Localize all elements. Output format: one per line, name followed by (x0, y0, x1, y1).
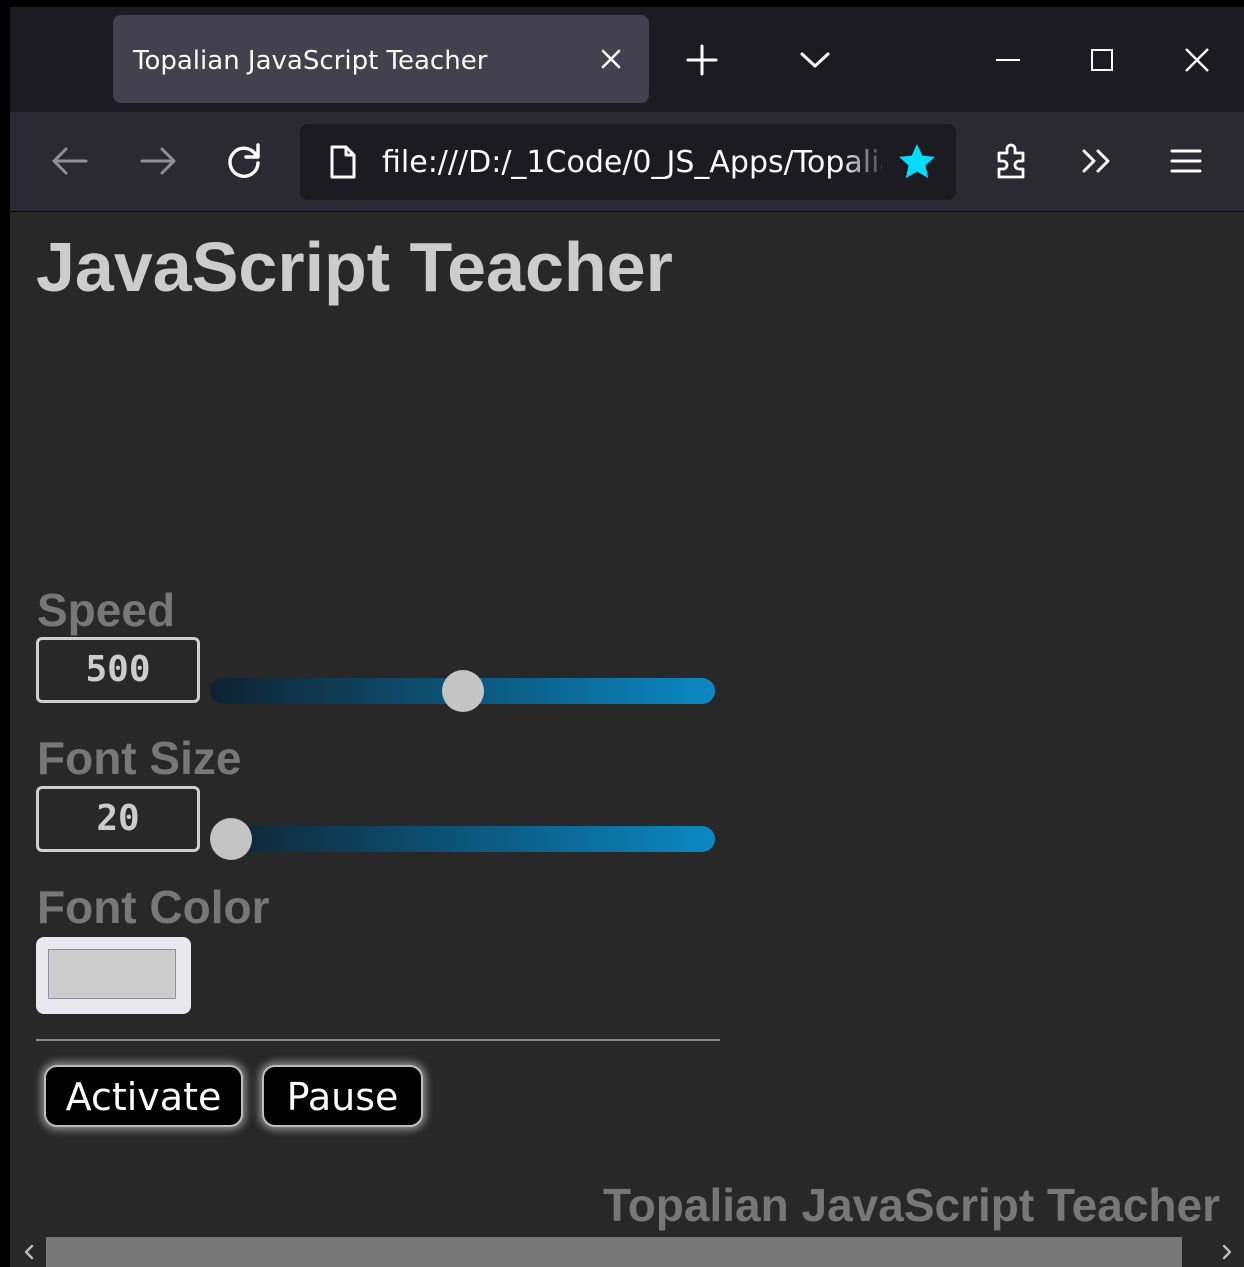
extensions-puzzle-icon[interactable] (985, 133, 1041, 189)
scroll-right-arrow-icon[interactable] (1212, 1237, 1242, 1267)
back-arrow-icon[interactable] (42, 133, 98, 189)
speed-label: Speed (37, 584, 176, 636)
url-text: file:///D:/_1Code/0_JS_Apps/Topalian (382, 145, 882, 180)
list-tabs-chevron-icon[interactable] (791, 36, 839, 84)
speed-value-box[interactable]: 500 (36, 637, 200, 703)
new-tab-icon[interactable] (678, 36, 726, 84)
url-fade (840, 134, 890, 190)
scroll-left-arrow-icon[interactable] (14, 1237, 44, 1267)
minimize-icon[interactable] (984, 36, 1032, 84)
page-title: JavaScript Teacher (36, 228, 673, 306)
close-tab-icon[interactable] (591, 39, 631, 79)
close-window-icon[interactable] (1173, 36, 1221, 84)
font-size-slider-thumb[interactable] (210, 818, 252, 860)
tab-active[interactable]: Topalian JavaScript Teacher (113, 15, 649, 103)
footer-text: Topalian JavaScript Teacher (603, 1179, 1220, 1231)
speed-slider[interactable] (210, 670, 715, 712)
address-bar[interactable]: file:///D:/_1Code/0_JS_Apps/Topalian (300, 124, 956, 200)
divider (36, 1039, 720, 1041)
file-page-icon (330, 145, 356, 179)
pause-button[interactable]: Pause (262, 1065, 423, 1127)
bookmark-star-icon[interactable] (896, 141, 938, 183)
font-color-swatch (48, 949, 176, 999)
tab-title: Topalian JavaScript Teacher (133, 46, 488, 76)
scrollbar-thumb[interactable] (46, 1237, 1182, 1267)
reload-icon[interactable] (216, 133, 272, 189)
font-size-label: Font Size (37, 732, 242, 784)
activate-button[interactable]: Activate (44, 1065, 243, 1127)
font-size-slider[interactable] (210, 818, 715, 860)
font-color-label: Font Color (37, 881, 270, 933)
navigation-toolbar: file:///D:/_1Code/0_JS_Apps/Topalian (10, 112, 1244, 212)
tab-strip: Topalian JavaScript Teacher (10, 7, 1244, 112)
font-size-value-box[interactable]: 20 (36, 786, 200, 852)
maximize-icon[interactable] (1078, 36, 1126, 84)
more-tools-chevrons-icon[interactable] (1070, 133, 1126, 189)
browser-window: Topalian JavaScript Teacher file:///D:/_… (10, 7, 1244, 1267)
font-color-picker[interactable] (36, 937, 191, 1014)
forward-arrow-icon[interactable] (130, 133, 186, 189)
hamburger-menu-icon[interactable] (1158, 133, 1214, 189)
speed-slider-thumb[interactable] (441, 670, 484, 712)
page-content: JavaScript Teacher Speed 500 Font Size 2… (10, 212, 1244, 1237)
horizontal-scrollbar[interactable] (10, 1237, 1244, 1267)
